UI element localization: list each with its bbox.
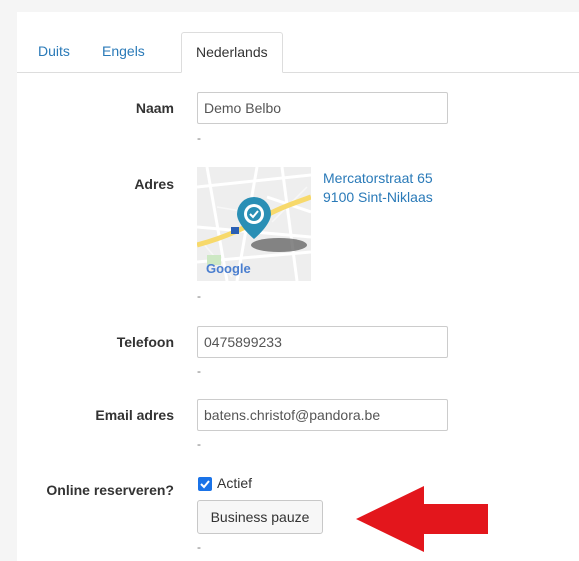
actief-checkbox[interactable] [198, 477, 212, 491]
checkmark-icon [200, 480, 210, 489]
actief-label[interactable]: Actief [217, 475, 252, 491]
address-city-link[interactable]: 9100 Sint-Niklaas [323, 189, 433, 205]
map-thumbnail[interactable]: Google [197, 167, 311, 281]
business-pauze-button[interactable]: Business pauze [197, 500, 323, 534]
address-street-link[interactable]: Mercatorstraat 65 [323, 170, 433, 186]
language-tabs: Duits Engels Nederlands [17, 32, 579, 73]
red-arrow-icon [356, 486, 488, 552]
telefoon-label: Telefoon [116, 334, 174, 350]
tab-duits[interactable]: Duits [38, 32, 70, 71]
tab-engels[interactable]: Engels [102, 32, 145, 71]
online-hint: - [197, 540, 201, 554]
google-logo: Google [206, 261, 251, 276]
email-field[interactable] [197, 399, 448, 431]
online-reserveren-label: Online reserveren? [46, 482, 174, 498]
adres-label: Adres [134, 176, 174, 192]
telefoon-hint: - [197, 364, 201, 378]
naam-label: Naam [135, 100, 174, 116]
tab-nederlands[interactable]: Nederlands [181, 32, 283, 73]
email-label: Email adres [95, 407, 174, 423]
naam-hint: - [197, 131, 201, 145]
telefoon-field[interactable] [197, 326, 448, 358]
email-hint: - [197, 437, 201, 451]
adres-hint: - [197, 289, 201, 303]
naam-field[interactable] [197, 92, 448, 124]
